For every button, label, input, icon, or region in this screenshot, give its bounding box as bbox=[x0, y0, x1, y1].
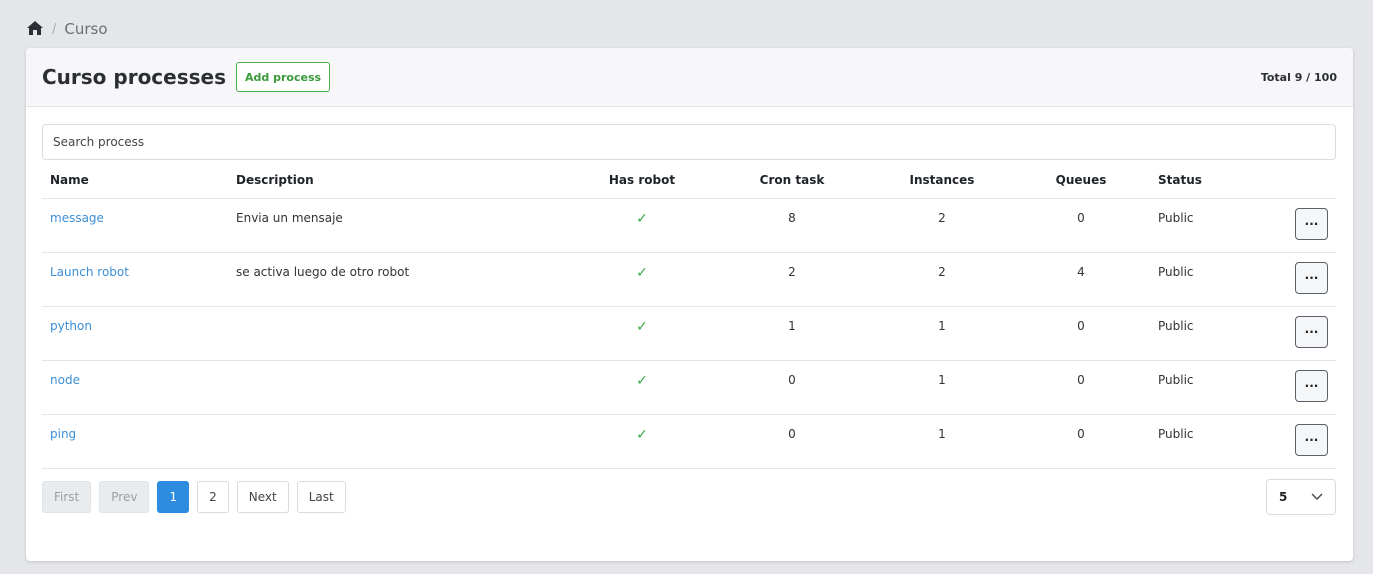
queues-count: 0 bbox=[1012, 306, 1150, 361]
cron-task-count: 0 bbox=[712, 360, 872, 415]
table-header-row: Name Description Has robot Cron task Ins… bbox=[42, 162, 1336, 199]
status-text: Public bbox=[1150, 198, 1270, 253]
total-count: Total 9 / 100 bbox=[1260, 70, 1337, 84]
status-text: Public bbox=[1150, 414, 1270, 469]
process-name-link[interactable]: python bbox=[42, 306, 228, 361]
per-page-value: 5 bbox=[1279, 489, 1288, 504]
search-input[interactable] bbox=[42, 124, 1336, 160]
queues-count: 0 bbox=[1012, 360, 1150, 415]
first-page-button[interactable]: First bbox=[42, 480, 92, 513]
more-actions-button[interactable]: ··· bbox=[1295, 369, 1328, 402]
page-button-2[interactable]: 2 bbox=[197, 480, 229, 513]
cron-task-count: 8 bbox=[712, 198, 872, 253]
add-process-button[interactable]: Add process bbox=[236, 62, 331, 92]
table-row: python ✓ 1 1 0 Public ··· bbox=[42, 306, 1336, 361]
processes-card: Curso processes Add process Total 9 / 10… bbox=[26, 48, 1353, 561]
status-text: Public bbox=[1150, 252, 1270, 307]
more-actions-button[interactable]: ··· bbox=[1295, 315, 1328, 348]
breadcrumb: / Curso bbox=[26, 20, 108, 38]
column-header-actions bbox=[1270, 162, 1336, 199]
chevron-down-icon bbox=[1311, 493, 1323, 501]
card-header: Curso processes Add process Total 9 / 10… bbox=[26, 48, 1353, 107]
process-description bbox=[228, 414, 572, 469]
processes-table: Name Description Has robot Cron task Ins… bbox=[42, 162, 1336, 469]
cron-task-count: 1 bbox=[712, 306, 872, 361]
more-actions-button[interactable]: ··· bbox=[1295, 207, 1328, 240]
prev-page-button[interactable]: Prev bbox=[99, 480, 150, 513]
per-page-select[interactable]: 5 bbox=[1266, 478, 1336, 515]
page-button-1[interactable]: 1 bbox=[157, 480, 190, 513]
cron-task-count: 2 bbox=[712, 252, 872, 307]
breadcrumb-current: Curso bbox=[64, 20, 108, 38]
process-name-link[interactable]: message bbox=[42, 198, 228, 253]
column-header-instances[interactable]: Instances bbox=[872, 162, 1012, 199]
next-page-button[interactable]: Next bbox=[236, 480, 289, 513]
check-icon: ✓ bbox=[636, 318, 648, 335]
status-text: Public bbox=[1150, 360, 1270, 415]
queues-count: 0 bbox=[1012, 414, 1150, 469]
table-row: node ✓ 0 1 0 Public ··· bbox=[42, 360, 1336, 415]
table-row: Launch robot se activa luego de otro rob… bbox=[42, 252, 1336, 307]
last-page-button[interactable]: Last bbox=[296, 480, 346, 513]
process-name-link[interactable]: node bbox=[42, 360, 228, 415]
process-description: se activa luego de otro robot bbox=[228, 252, 572, 307]
pagination: First Prev 1 2 Next Last 5 bbox=[42, 478, 1336, 515]
breadcrumb-separator: / bbox=[52, 21, 57, 37]
table-row: ping ✓ 0 1 0 Public ··· bbox=[42, 414, 1336, 469]
process-name-link[interactable]: ping bbox=[42, 414, 228, 469]
home-icon[interactable] bbox=[26, 20, 44, 38]
more-actions-button[interactable]: ··· bbox=[1295, 423, 1328, 456]
instances-count: 2 bbox=[872, 252, 1012, 307]
queues-count: 0 bbox=[1012, 198, 1150, 253]
page-title: Curso processes bbox=[42, 65, 227, 89]
process-name-link[interactable]: Launch robot bbox=[42, 252, 228, 307]
column-header-has-robot[interactable]: Has robot bbox=[572, 162, 712, 199]
instances-count: 1 bbox=[872, 414, 1012, 469]
cron-task-count: 0 bbox=[712, 414, 872, 469]
process-description bbox=[228, 360, 572, 415]
check-icon: ✓ bbox=[636, 426, 648, 443]
column-header-queues[interactable]: Queues bbox=[1012, 162, 1150, 199]
process-description: Envia un mensaje bbox=[228, 198, 572, 253]
instances-count: 1 bbox=[872, 306, 1012, 361]
check-icon: ✓ bbox=[636, 372, 648, 389]
column-header-cron-task[interactable]: Cron task bbox=[712, 162, 872, 199]
column-header-description[interactable]: Description bbox=[228, 162, 572, 199]
instances-count: 1 bbox=[872, 360, 1012, 415]
queues-count: 4 bbox=[1012, 252, 1150, 307]
process-description bbox=[228, 306, 572, 361]
status-text: Public bbox=[1150, 306, 1270, 361]
column-header-name[interactable]: Name bbox=[42, 162, 228, 199]
more-actions-button[interactable]: ··· bbox=[1295, 261, 1328, 294]
table-row: message Envia un mensaje ✓ 8 2 0 Public … bbox=[42, 198, 1336, 253]
check-icon: ✓ bbox=[636, 210, 648, 227]
column-header-status[interactable]: Status bbox=[1150, 162, 1270, 199]
instances-count: 2 bbox=[872, 198, 1012, 253]
check-icon: ✓ bbox=[636, 264, 648, 281]
